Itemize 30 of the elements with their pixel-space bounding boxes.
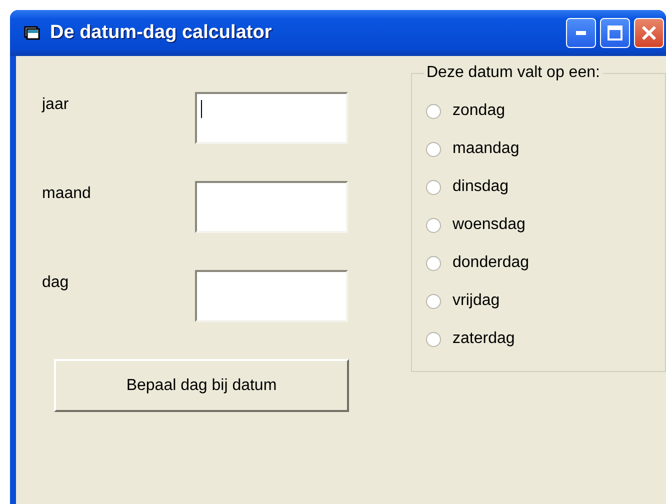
radio-button[interactable] [426,104,440,118]
radio-label[interactable]: maandag [452,140,520,158]
maximize-button[interactable] [600,18,630,48]
radio-button[interactable] [426,332,440,346]
radio-button[interactable] [426,142,440,156]
input-field[interactable] [195,270,348,322]
minimize-icon [576,31,586,35]
radio-label[interactable]: dinsdag [452,178,509,196]
radio-button[interactable] [426,180,440,194]
group-title: Deze datum valt op een: [426,64,601,82]
field-label: jaar [42,95,70,114]
close-icon [641,25,657,41]
radio-button[interactable] [426,218,440,232]
calculate-button[interactable]: Bepaal dag bij datum [54,359,349,412]
window-title: De datum-dag calculator [50,22,272,44]
field-label: maand [42,184,92,203]
input-field[interactable] [195,92,348,144]
radio-label[interactable]: zondag [452,102,505,120]
maximize-icon [607,25,623,41]
radio-button[interactable] [426,256,440,270]
minimize-button[interactable] [566,18,596,48]
field-label: dag [42,273,70,292]
radio-label[interactable]: woensdag [452,216,526,234]
radio-label[interactable]: donderdag [452,254,530,272]
radio-button[interactable] [426,294,440,308]
radio-label[interactable]: zaterdag [452,330,515,348]
close-button[interactable] [634,18,664,48]
radio-label[interactable]: vrijdag [452,292,500,310]
window-icon [24,26,40,40]
input-field[interactable] [195,181,348,233]
